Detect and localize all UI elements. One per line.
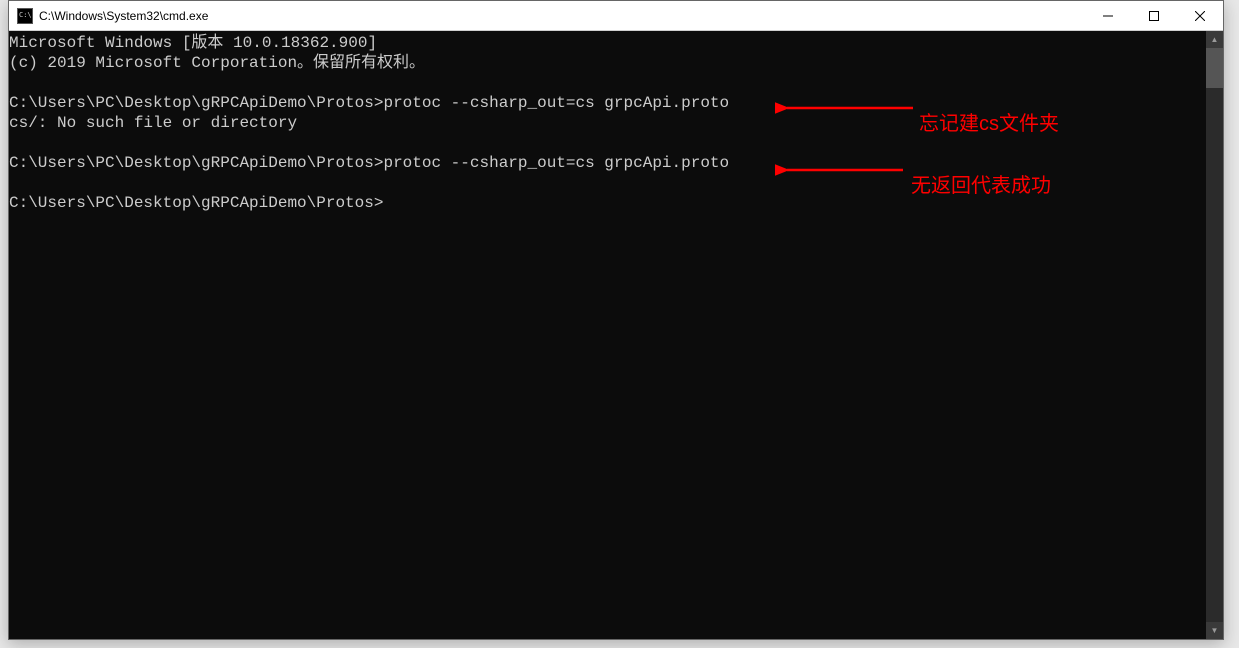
- scrollbar-thumb[interactable]: [1206, 48, 1223, 88]
- minimize-icon: [1103, 11, 1113, 21]
- window-controls: [1085, 1, 1223, 31]
- copyright-line: (c) 2019 Microsoft Corporation。保留所有权利。: [9, 54, 425, 72]
- command-1: protoc --csharp_out=cs grpcApi.proto: [383, 94, 729, 112]
- console-text: Microsoft Windows [版本 10.0.18362.900] (c…: [9, 31, 1206, 639]
- close-button[interactable]: [1177, 1, 1223, 31]
- error-1: cs/: No such file or directory: [9, 114, 297, 132]
- scroll-up-arrow[interactable]: ▲: [1206, 31, 1223, 48]
- header-line: Microsoft Windows [版本 10.0.18362.900]: [9, 34, 377, 52]
- minimize-button[interactable]: [1085, 1, 1131, 31]
- maximize-icon: [1149, 11, 1159, 21]
- prompt-3: C:\Users\PC\Desktop\gRPCApiDemo\Protos>: [9, 194, 383, 212]
- vertical-scrollbar[interactable]: ▲ ▼: [1206, 31, 1223, 639]
- titlebar[interactable]: C:\Windows\System32\cmd.exe: [9, 1, 1223, 31]
- prompt-2: C:\Users\PC\Desktop\gRPCApiDemo\Protos>: [9, 154, 383, 172]
- maximize-button[interactable]: [1131, 1, 1177, 31]
- cmd-icon: [17, 8, 33, 24]
- close-icon: [1195, 11, 1205, 21]
- command-2: protoc --csharp_out=cs grpcApi.proto: [383, 154, 729, 172]
- prompt-1: C:\Users\PC\Desktop\gRPCApiDemo\Protos>: [9, 94, 383, 112]
- console-area[interactable]: Microsoft Windows [版本 10.0.18362.900] (c…: [9, 31, 1223, 639]
- cmd-window: C:\Windows\System32\cmd.exe Microsoft Wi…: [8, 0, 1224, 640]
- window-title: C:\Windows\System32\cmd.exe: [39, 9, 208, 23]
- scroll-down-arrow[interactable]: ▼: [1206, 622, 1223, 639]
